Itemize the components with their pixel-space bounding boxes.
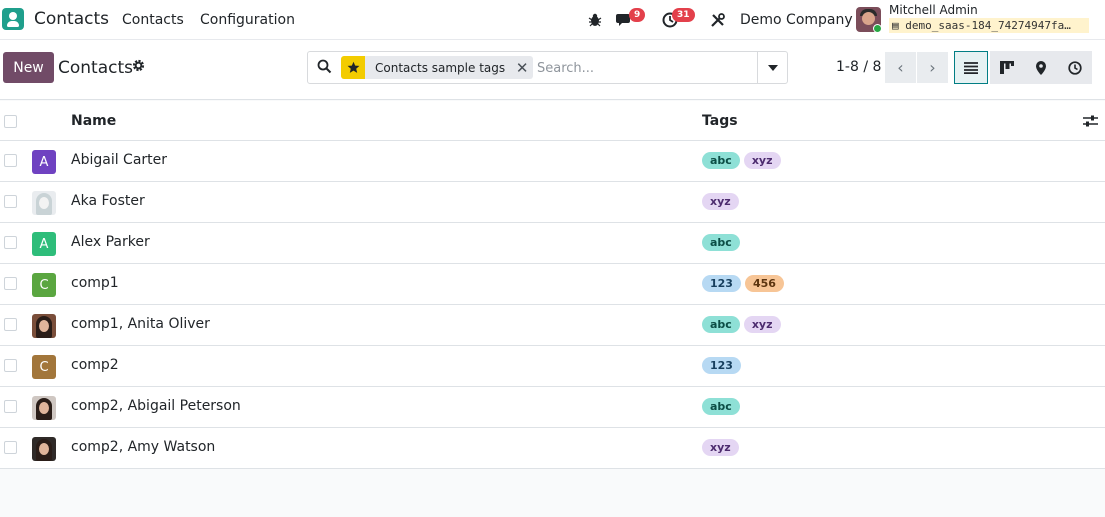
menu-contacts[interactable]: Contacts xyxy=(122,12,184,28)
tag-badge: abc xyxy=(702,152,740,169)
tag-list: abc xyz xyxy=(702,316,781,333)
row-checkbox[interactable] xyxy=(4,318,17,331)
facet-label: Contacts sample tags xyxy=(365,56,512,79)
tag-badge: 123 xyxy=(702,275,741,292)
avatar xyxy=(32,396,56,420)
star-icon xyxy=(341,56,365,79)
tag-list: 123 xyxy=(702,357,741,374)
tag-badge: xyz xyxy=(743,152,781,169)
table-row[interactable]: comp2, Abigail Peterson abc xyxy=(0,387,1105,428)
tag-badge: 456 xyxy=(744,275,784,292)
gear-icon[interactable] xyxy=(132,59,145,76)
tag-list: xyz xyxy=(702,439,739,456)
debug-bug-icon[interactable] xyxy=(586,11,604,29)
remove-facet-close-icon[interactable]: ✕ xyxy=(511,56,534,79)
row-checkbox[interactable] xyxy=(4,400,17,413)
activities-badge: 31 xyxy=(672,8,695,22)
tag-list: xyz xyxy=(702,193,739,210)
tag-badge: xyz xyxy=(702,193,739,210)
map-pin-view-icon[interactable] xyxy=(1024,51,1058,84)
row-checkbox[interactable] xyxy=(4,236,17,249)
avatar: C xyxy=(32,273,56,297)
row-checkbox[interactable] xyxy=(4,154,17,167)
settings-tools-icon[interactable] xyxy=(709,11,727,29)
company-switcher[interactable]: Demo Company xyxy=(740,12,853,28)
avatar xyxy=(32,437,56,461)
row-checkbox[interactable] xyxy=(4,277,17,290)
table-row[interactable]: Ccomp1 123 456 xyxy=(0,264,1105,305)
search-icon[interactable] xyxy=(317,59,332,78)
table-row[interactable]: A Abigail Carter abc xyz xyxy=(0,141,1105,182)
column-header-name[interactable]: Name xyxy=(71,113,116,129)
tag-badge: 123 xyxy=(702,357,741,374)
column-header-tags[interactable]: Tags xyxy=(702,113,738,129)
menu-configuration[interactable]: Configuration xyxy=(200,12,295,28)
messages-badge: 9 xyxy=(629,8,646,22)
search-input[interactable] xyxy=(537,58,757,78)
optional-columns-sliders-icon[interactable] xyxy=(1083,113,1098,132)
tag-badge: abc xyxy=(702,234,740,251)
row-checkbox[interactable] xyxy=(4,359,17,372)
search-options-caret-down-icon[interactable] xyxy=(757,52,787,83)
avatar xyxy=(32,191,56,215)
pager-next-chevron-right-icon[interactable]: › xyxy=(917,52,948,83)
tag-badge: abc xyxy=(702,316,740,333)
table-row[interactable]: Ccomp2 123 xyxy=(0,346,1105,387)
control-panel: New Contacts Contacts sample tags ✕ 1-8 … xyxy=(0,40,1105,100)
contact-name: comp2, Amy Watson xyxy=(71,439,216,455)
contact-name: Abigail Carter xyxy=(71,152,168,168)
search-bar: Contacts sample tags ✕ xyxy=(307,51,788,84)
user-name[interactable]: Mitchell Admin xyxy=(889,3,978,17)
database-icon: ▤ xyxy=(892,19,906,32)
row-checkbox[interactable] xyxy=(4,441,17,454)
contacts-app-icon[interactable] xyxy=(2,8,24,30)
avatar xyxy=(32,314,56,338)
list-view-icon[interactable] xyxy=(954,51,988,84)
table-row[interactable]: comp1, Anita Oliver abc xyz xyxy=(0,305,1105,346)
app-name[interactable]: Contacts xyxy=(34,9,109,29)
tag-badge: xyz xyxy=(702,439,739,456)
avatar: A xyxy=(32,150,56,174)
search-facet: Contacts sample tags ✕ xyxy=(341,56,534,79)
table-row[interactable]: comp2, Amy Watson xyz xyxy=(0,428,1105,469)
table-row[interactable]: Aka Foster xyz xyxy=(0,182,1105,223)
contact-name: Aka Foster xyxy=(71,193,145,209)
pager-value[interactable]: 1-8 / 8 xyxy=(836,59,881,75)
breadcrumb: Contacts xyxy=(58,58,133,78)
contact-name: comp1, Anita Oliver xyxy=(71,316,210,332)
select-all-checkbox[interactable] xyxy=(4,115,17,128)
tag-list: 123 456 xyxy=(702,275,784,292)
contact-name: comp2 xyxy=(71,357,119,373)
kanban-view-icon[interactable] xyxy=(990,51,1024,84)
avatar: A xyxy=(32,232,56,256)
online-status-dot xyxy=(873,24,882,33)
new-button[interactable]: New xyxy=(3,52,54,83)
tag-badge: abc xyxy=(702,398,740,415)
tag-list: abc xyz xyxy=(702,152,781,169)
top-navbar: Contacts Contacts Configuration 9 31 Dem… xyxy=(0,0,1105,40)
list-header: Name Tags xyxy=(0,101,1105,141)
avatar: C xyxy=(32,355,56,379)
tag-list: abc xyxy=(702,398,740,415)
table-row[interactable]: A Alex Parker abc xyxy=(0,223,1105,264)
activity-view-clock-icon[interactable] xyxy=(1058,51,1092,84)
database-name: ▤ demo_saas-184_74274947fa… xyxy=(889,18,1089,33)
contact-name: comp1 xyxy=(71,275,119,291)
pager-previous-chevron-left-icon[interactable]: ‹ xyxy=(885,52,916,83)
row-checkbox[interactable] xyxy=(4,195,17,208)
tag-badge: xyz xyxy=(743,316,781,333)
tag-list: abc xyxy=(702,234,740,251)
contact-name: Alex Parker xyxy=(71,234,150,250)
contact-name: comp2, Abigail Peterson xyxy=(71,398,241,414)
